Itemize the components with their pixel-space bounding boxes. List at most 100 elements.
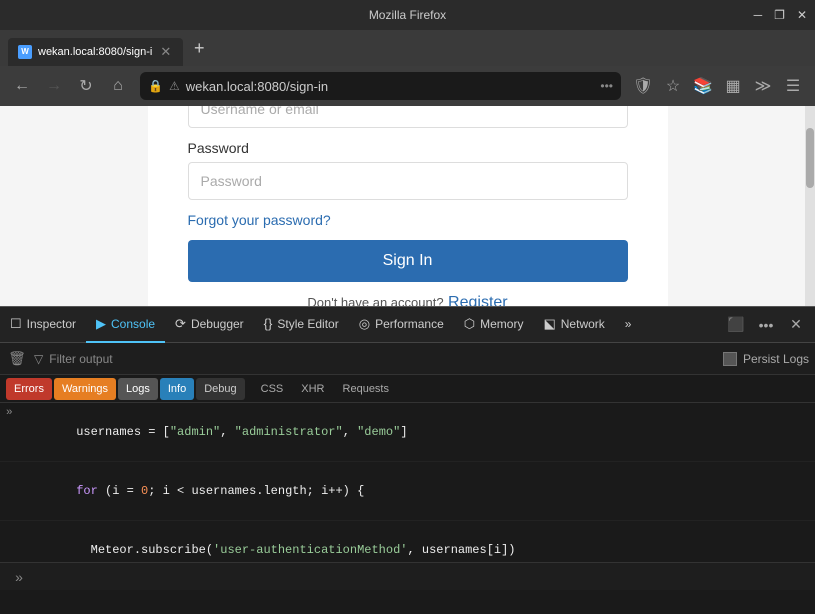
browser-content: Password Forgot your password? Sign In D… [0, 106, 815, 306]
address-icons: ••• [600, 79, 613, 93]
console-line: » Meteor.subscribe('user-authenticationM… [0, 521, 815, 562]
devtool-btn-console[interactable]: ▶ Console [86, 307, 165, 343]
devtools-toolbar: ☐ Inspector ▶ Console ⟳ Debugger {} Styl… [0, 307, 815, 343]
register-link[interactable]: Register [448, 294, 508, 306]
filter-clear-btn[interactable]: 🗑 [6, 348, 28, 370]
performance-label: Performance [375, 317, 444, 331]
nav-right: 🛡 ☆ 📚 ▦ ≫ ☰ [629, 72, 807, 100]
log-level-errors[interactable]: Errors [6, 378, 52, 400]
devtools-more-btn[interactable]: ••• [753, 312, 779, 338]
tabbar: W wekan.local:8080/sign-i ✕ + [0, 30, 815, 66]
filter-input-wrap: ▽ Filter output [34, 352, 717, 366]
tab-favicon: W [18, 45, 32, 59]
navbar: ← → ↻ ⌂ 🔒 ⚠ wekan.local:8080/sign-in •••… [0, 66, 815, 106]
inspector-icon: ☐ [10, 316, 22, 332]
log-level-warnings[interactable]: Warnings [54, 378, 116, 400]
password-label: Password [188, 140, 628, 156]
memory-label: Memory [480, 317, 523, 331]
log-levels: Errors Warnings Logs Info Debug CSS XHR … [0, 375, 815, 403]
persist-logs-label: Persist Logs [743, 352, 809, 366]
devtool-btn-more[interactable]: » [615, 307, 642, 343]
address-more-icon[interactable]: ••• [600, 79, 613, 93]
log-level-info[interactable]: Info [160, 378, 194, 400]
console-code: Meteor.subscribe('user-authenticationMet… [19, 523, 809, 562]
filter-placeholder: Filter output [49, 352, 112, 366]
library-btn[interactable]: 📚 [689, 72, 717, 100]
close-btn[interactable]: ✕ [797, 8, 807, 22]
debugger-icon: ⟳ [175, 316, 186, 332]
inspector-label: Inspector [27, 317, 76, 331]
url-text: wekan.local:8080/sign-in [186, 79, 595, 94]
devtool-btn-style-editor[interactable]: {} Style Editor [254, 307, 349, 343]
more-tools-icon: » [625, 317, 632, 331]
style-editor-icon: {} [264, 316, 273, 331]
input-arrow: » [6, 407, 13, 419]
console-icon: ▶ [96, 316, 106, 332]
memory-icon: ⬡ [464, 316, 475, 332]
console-line: » usernames = ["admin", "administrator",… [0, 403, 815, 462]
titlebar: Mozilla Firefox ─ ❐ ✕ [0, 0, 815, 30]
devtools-actions: ⬛ ••• ✕ [717, 312, 815, 338]
persist-logs: Persist Logs [723, 352, 809, 366]
forgot-password-link[interactable]: Forgot your password? [188, 212, 331, 228]
sidebar-btn[interactable]: ▦ [719, 72, 747, 100]
menu-btn[interactable]: ☰ [779, 72, 807, 100]
filter-icon: ▽ [34, 352, 43, 366]
warning-icon: ⚠ [169, 79, 180, 93]
back-btn[interactable]: ← [8, 72, 36, 100]
browser-tab[interactable]: W wekan.local:8080/sign-i ✕ [8, 38, 183, 66]
devtools-bottom: » [0, 562, 815, 590]
security-icon: 🔒 [148, 79, 163, 93]
log-level-debug[interactable]: Debug [196, 378, 244, 400]
network-icon: ⬕ [543, 316, 555, 332]
persist-logs-checkbox[interactable] [723, 352, 737, 366]
titlebar-title: Mozilla Firefox [369, 8, 446, 22]
console-line: » for (i = 0; i < usernames.length; i++)… [0, 462, 815, 521]
minimize-btn[interactable]: ─ [754, 8, 763, 22]
log-level-logs[interactable]: Logs [118, 378, 158, 400]
network-label: Network [561, 317, 605, 331]
log-level-requests[interactable]: Requests [335, 378, 397, 400]
devtools-tools: ☐ Inspector ▶ Console ⟳ Debugger {} Styl… [0, 307, 717, 343]
log-level-xhr[interactable]: XHR [293, 378, 332, 400]
chevron-btn[interactable]: » [8, 566, 30, 588]
password-input[interactable] [188, 162, 628, 200]
devtools-close-btn[interactable]: ✕ [783, 312, 809, 338]
scrollbar-thumb [806, 128, 814, 188]
new-tab-btn[interactable]: + [185, 34, 213, 62]
login-form: Password Forgot your password? Sign In D… [148, 106, 668, 306]
devtool-btn-network[interactable]: ⬕ Network [533, 307, 614, 343]
maximize-btn[interactable]: ❐ [774, 8, 785, 22]
console-label: Console [111, 317, 155, 331]
shield-btn[interactable]: 🛡 [629, 72, 657, 100]
devtool-btn-inspector[interactable]: ☐ Inspector [0, 307, 86, 343]
debugger-label: Debugger [191, 317, 244, 331]
filter-bar: 🗑 ▽ Filter output Persist Logs [0, 343, 815, 375]
log-level-css[interactable]: CSS [253, 378, 292, 400]
devtools: ☐ Inspector ▶ Console ⟳ Debugger {} Styl… [0, 306, 815, 590]
password-group: Password [188, 140, 628, 200]
devtool-btn-debugger[interactable]: ⟳ Debugger [165, 307, 254, 343]
reload-btn[interactable]: ↻ [72, 72, 100, 100]
console-code: usernames = ["admin", "administrator", "… [19, 405, 809, 459]
tab-label: wekan.local:8080/sign-i [38, 46, 152, 58]
console-code: for (i = 0; i < usernames.length; i++) { [19, 464, 809, 518]
tab-close-btn[interactable]: ✕ [158, 44, 173, 60]
style-editor-label: Style Editor [277, 317, 338, 331]
forward-btn[interactable]: → [40, 72, 68, 100]
titlebar-controls: ─ ❐ ✕ [754, 8, 807, 22]
more-tools-btn[interactable]: ≫ [749, 72, 777, 100]
signin-button[interactable]: Sign In [188, 240, 628, 282]
devtool-btn-memory[interactable]: ⬡ Memory [454, 307, 534, 343]
performance-icon: ◎ [359, 316, 370, 332]
address-bar[interactable]: 🔒 ⚠ wekan.local:8080/sign-in ••• [140, 72, 621, 100]
username-input[interactable] [188, 106, 628, 128]
home-btn[interactable]: ⌂ [104, 72, 132, 100]
bookmark-btn[interactable]: ☆ [659, 72, 687, 100]
register-text: Don't have an account? Register [307, 294, 507, 306]
devtool-btn-performance[interactable]: ◎ Performance [349, 307, 454, 343]
scrollbar[interactable] [805, 106, 815, 306]
dock-btn[interactable]: ⬛ [723, 312, 749, 338]
username-group [188, 106, 628, 128]
console-output[interactable]: » usernames = ["admin", "administrator",… [0, 403, 815, 562]
